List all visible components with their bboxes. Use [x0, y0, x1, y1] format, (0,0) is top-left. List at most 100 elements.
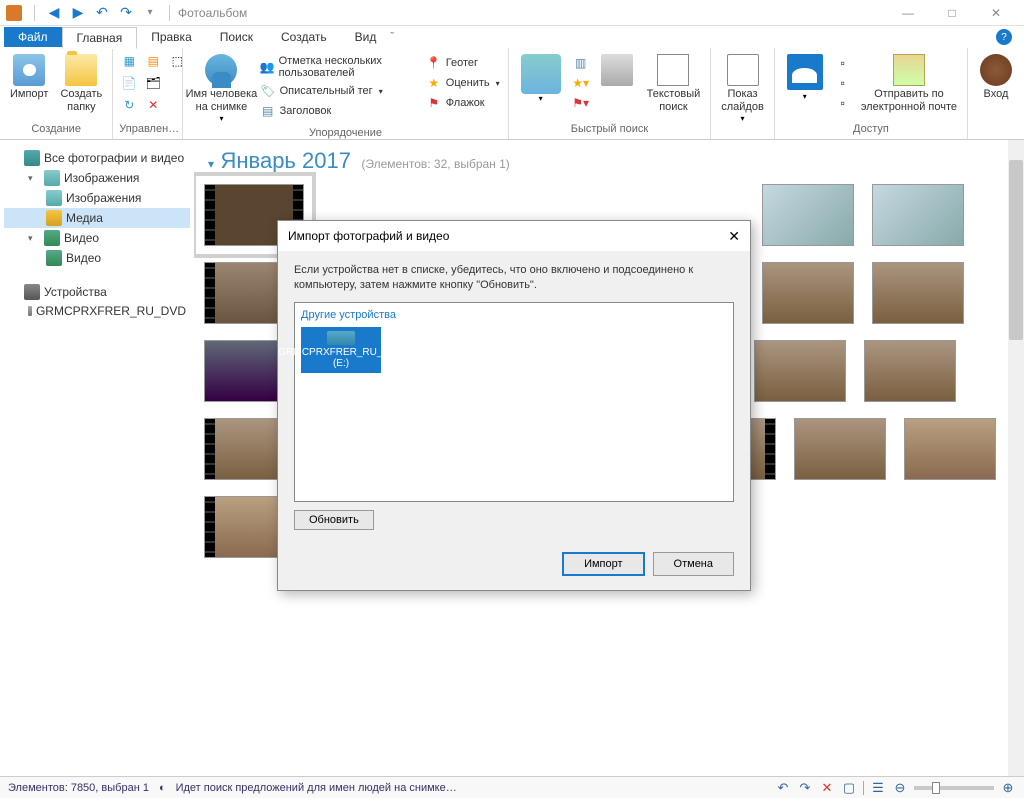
- zoom-slider[interactable]: [914, 786, 994, 790]
- binoculars-button[interactable]: [595, 52, 639, 90]
- quick-flag-icon[interactable]: ⚑▾: [571, 94, 591, 112]
- tree-all-photos[interactable]: Все фотографии и видео: [4, 148, 190, 168]
- device-item[interactable]: GRMCPRXFRER_RU_DVD (E:): [301, 327, 381, 373]
- titlebar: ◀ ▶ ↶ ↷ ▾ Фотоальбом — □ ✕: [0, 0, 1024, 26]
- tab-view[interactable]: Вид: [341, 27, 391, 47]
- help-icon[interactable]: ?: [996, 29, 1012, 45]
- drive-icon: [327, 331, 355, 345]
- thumbnail[interactable]: [904, 418, 996, 480]
- refresh-button[interactable]: Обновить: [294, 510, 374, 530]
- title-button[interactable]: ▤Заголовок: [258, 102, 420, 120]
- app-title: Фотоальбом: [178, 6, 247, 20]
- menubar: Файл Главная Правка Поиск Создать Вид ˇ …: [0, 26, 1024, 48]
- date-title: Январь 2017: [220, 148, 350, 173]
- tab-edit[interactable]: Правка: [137, 27, 206, 47]
- import-dialog: Импорт фотографий и видео ✕ Если устройс…: [277, 220, 751, 591]
- qat-dropdown-icon[interactable]: ▾: [139, 2, 161, 24]
- copy-icon[interactable]: 📄: [119, 74, 139, 92]
- desc-tag-button[interactable]: 🏷Описательный тег▾: [258, 82, 420, 100]
- delete-icon[interactable]: ✕: [819, 780, 835, 796]
- ribbon: Импорт Создать папку Создание ▦📄↻ ▤🗂✕ ⬚ …: [0, 48, 1024, 140]
- tag-users-button[interactable]: 👥Отметка нескольких пользователей: [258, 54, 420, 80]
- tree-video[interactable]: ▾Видео: [4, 228, 190, 248]
- tree-drive[interactable]: GRMCPRXFRER_RU_DVD: [4, 302, 190, 320]
- flag-button[interactable]: ⚑Флажок: [424, 94, 502, 112]
- undo-icon[interactable]: ↶: [91, 2, 113, 24]
- layout-icon[interactable]: ▤: [143, 52, 163, 70]
- person-name-button[interactable]: Имя человека на снимке ▾: [189, 52, 253, 125]
- select-tool-icon[interactable]: ▦: [119, 52, 139, 70]
- group-label: Доступ: [781, 121, 961, 137]
- cancel-button[interactable]: Отмена: [653, 552, 734, 576]
- import-confirm-button[interactable]: Импорт: [562, 552, 644, 576]
- dialog-close-icon[interactable]: ✕: [728, 228, 740, 245]
- thumbnail[interactable]: [794, 418, 886, 480]
- thumbnail[interactable]: [762, 184, 854, 246]
- spinner-icon: ◐: [159, 782, 166, 794]
- rotate-right-icon[interactable]: ↷: [797, 780, 813, 796]
- nav-back-icon[interactable]: ◀: [43, 2, 65, 24]
- share-icon3[interactable]: ▫: [833, 94, 853, 112]
- quick-person-button[interactable]: ▾: [515, 52, 567, 105]
- rotate-left-icon[interactable]: ↶: [775, 780, 791, 796]
- maximize-button[interactable]: □: [930, 0, 974, 26]
- date-header: ▾ Январь 2017 (Элементов: 32, выбран 1): [194, 140, 1024, 178]
- collapse-icon[interactable]: ▾: [208, 157, 214, 171]
- login-button[interactable]: Вход: [974, 52, 1018, 103]
- tab-home[interactable]: Главная: [62, 27, 138, 49]
- zoom-out-icon[interactable]: ⊖: [892, 780, 908, 796]
- text-search-button[interactable]: Текстовый поиск: [643, 52, 705, 116]
- import-button[interactable]: Импорт: [6, 52, 52, 103]
- tree-images[interactable]: ▾Изображения: [4, 168, 190, 188]
- dialog-title: Импорт фотографий и видео: [288, 229, 449, 243]
- thumbnail[interactable]: [872, 184, 964, 246]
- sidebar: Все фотографии и видео ▾Изображения Изоб…: [0, 140, 194, 776]
- app-icon: [6, 5, 22, 21]
- nav-forward-icon[interactable]: ▶: [67, 2, 89, 24]
- rotate-icon[interactable]: ↻: [119, 96, 139, 114]
- file-tab[interactable]: Файл: [4, 27, 62, 47]
- zoom-in-icon[interactable]: ⊕: [1000, 780, 1016, 796]
- tree-media[interactable]: Медиа: [4, 208, 190, 228]
- view-details-icon[interactable]: ☰: [870, 780, 886, 796]
- create-folder-button[interactable]: Создать папку: [56, 52, 106, 116]
- dialog-titlebar: Импорт фотографий и видео ✕: [278, 221, 750, 251]
- thumbnail[interactable]: [872, 262, 964, 324]
- close-button[interactable]: ✕: [974, 0, 1018, 26]
- statusbar: Элементов: 7850, выбран 1 ◐ Идет поиск п…: [0, 776, 1024, 798]
- tree-images-sub[interactable]: Изображения: [4, 188, 190, 208]
- vertical-scrollbar[interactable]: [1008, 140, 1024, 776]
- rate-button[interactable]: ★Оценить▾: [424, 74, 502, 92]
- skydrive-button[interactable]: ▾: [781, 52, 829, 103]
- item-count: (Элементов: 32, выбран 1): [361, 157, 509, 171]
- thumbnail[interactable]: [754, 340, 846, 402]
- tree-video-sub[interactable]: Видео: [4, 248, 190, 268]
- tab-create[interactable]: Создать: [267, 27, 341, 47]
- quick-star-icon[interactable]: ★▾: [571, 74, 591, 92]
- thumbnail[interactable]: [762, 262, 854, 324]
- group-label: Упорядочение: [189, 125, 501, 141]
- redo-icon[interactable]: ↷: [115, 2, 137, 24]
- rename-icon[interactable]: 🗂: [143, 74, 163, 92]
- device-list: Другие устройства GRMCPRXFRER_RU_DVD (E:…: [294, 302, 734, 502]
- tab-search[interactable]: Поиск: [206, 27, 267, 47]
- group-label: Управлен…: [119, 121, 176, 137]
- tree-devices[interactable]: Устройства: [4, 282, 190, 302]
- device-group-label: Другие устройства: [301, 309, 727, 321]
- geotag-button[interactable]: 📍Геотег: [424, 54, 502, 72]
- group-label: Создание: [6, 121, 106, 137]
- group-label: Быстрый поиск: [515, 121, 705, 137]
- thumbnail[interactable]: [864, 340, 956, 402]
- quick-filter-icon[interactable]: ▥: [571, 54, 591, 72]
- slideshow-button[interactable]: Показ слайдов▾: [717, 52, 768, 125]
- slideshow-icon[interactable]: ▢: [841, 780, 857, 796]
- ribbon-collapse-icon[interactable]: ˇ: [390, 31, 394, 43]
- group-label: [717, 125, 768, 141]
- email-button[interactable]: Отправить по электронной почте: [857, 52, 961, 116]
- minimize-button[interactable]: —: [886, 0, 930, 26]
- delete-icon[interactable]: ✕: [143, 96, 163, 114]
- share-icon1[interactable]: ▫: [833, 54, 853, 72]
- dialog-instructions: Если устройства нет в списке, убедитесь,…: [294, 263, 734, 294]
- status-search: Идет поиск предложений для имен людей на…: [176, 782, 457, 794]
- share-icon2[interactable]: ▫: [833, 74, 853, 92]
